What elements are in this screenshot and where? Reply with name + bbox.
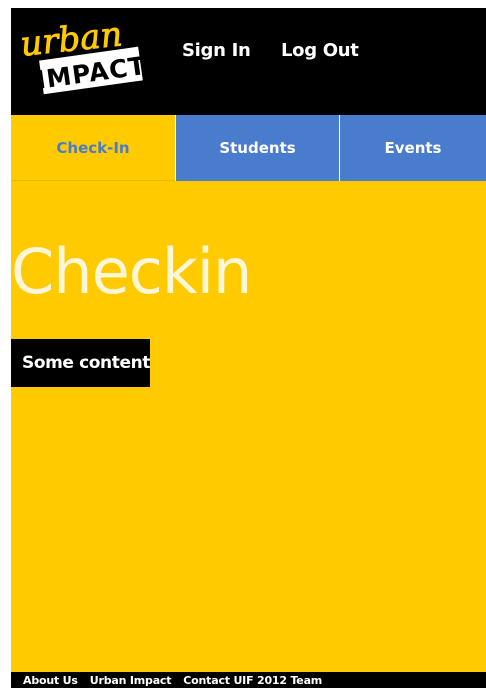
footer-bar: About Us Urban Impact Contact UIF 2012 T…: [11, 672, 486, 688]
app-frame: urban IMPACT Sign In Log Out Check-In St…: [11, 8, 486, 688]
urban-impact-logo[interactable]: urban IMPACT: [17, 16, 147, 96]
nav-tabs: Check-In Students Events: [11, 115, 486, 181]
tab-events[interactable]: Events: [339, 115, 486, 181]
sign-in-link[interactable]: Sign In: [182, 40, 251, 61]
footer-link-contact[interactable]: Contact UIF 2012 Team: [183, 674, 322, 687]
content-text: Some content: [22, 353, 151, 373]
content-box: Some content: [11, 339, 150, 387]
tab-students[interactable]: Students: [175, 115, 339, 181]
page-title: Checkin: [11, 235, 252, 308]
logo-icon: urban IMPACT: [18, 16, 147, 95]
footer-link-about-us[interactable]: About Us: [23, 674, 78, 687]
log-out-link[interactable]: Log Out: [281, 40, 359, 61]
footer-link-urban-impact[interactable]: Urban Impact: [90, 674, 172, 687]
header-bar: urban IMPACT Sign In Log Out: [11, 8, 486, 115]
tab-check-in[interactable]: Check-In: [11, 115, 175, 181]
